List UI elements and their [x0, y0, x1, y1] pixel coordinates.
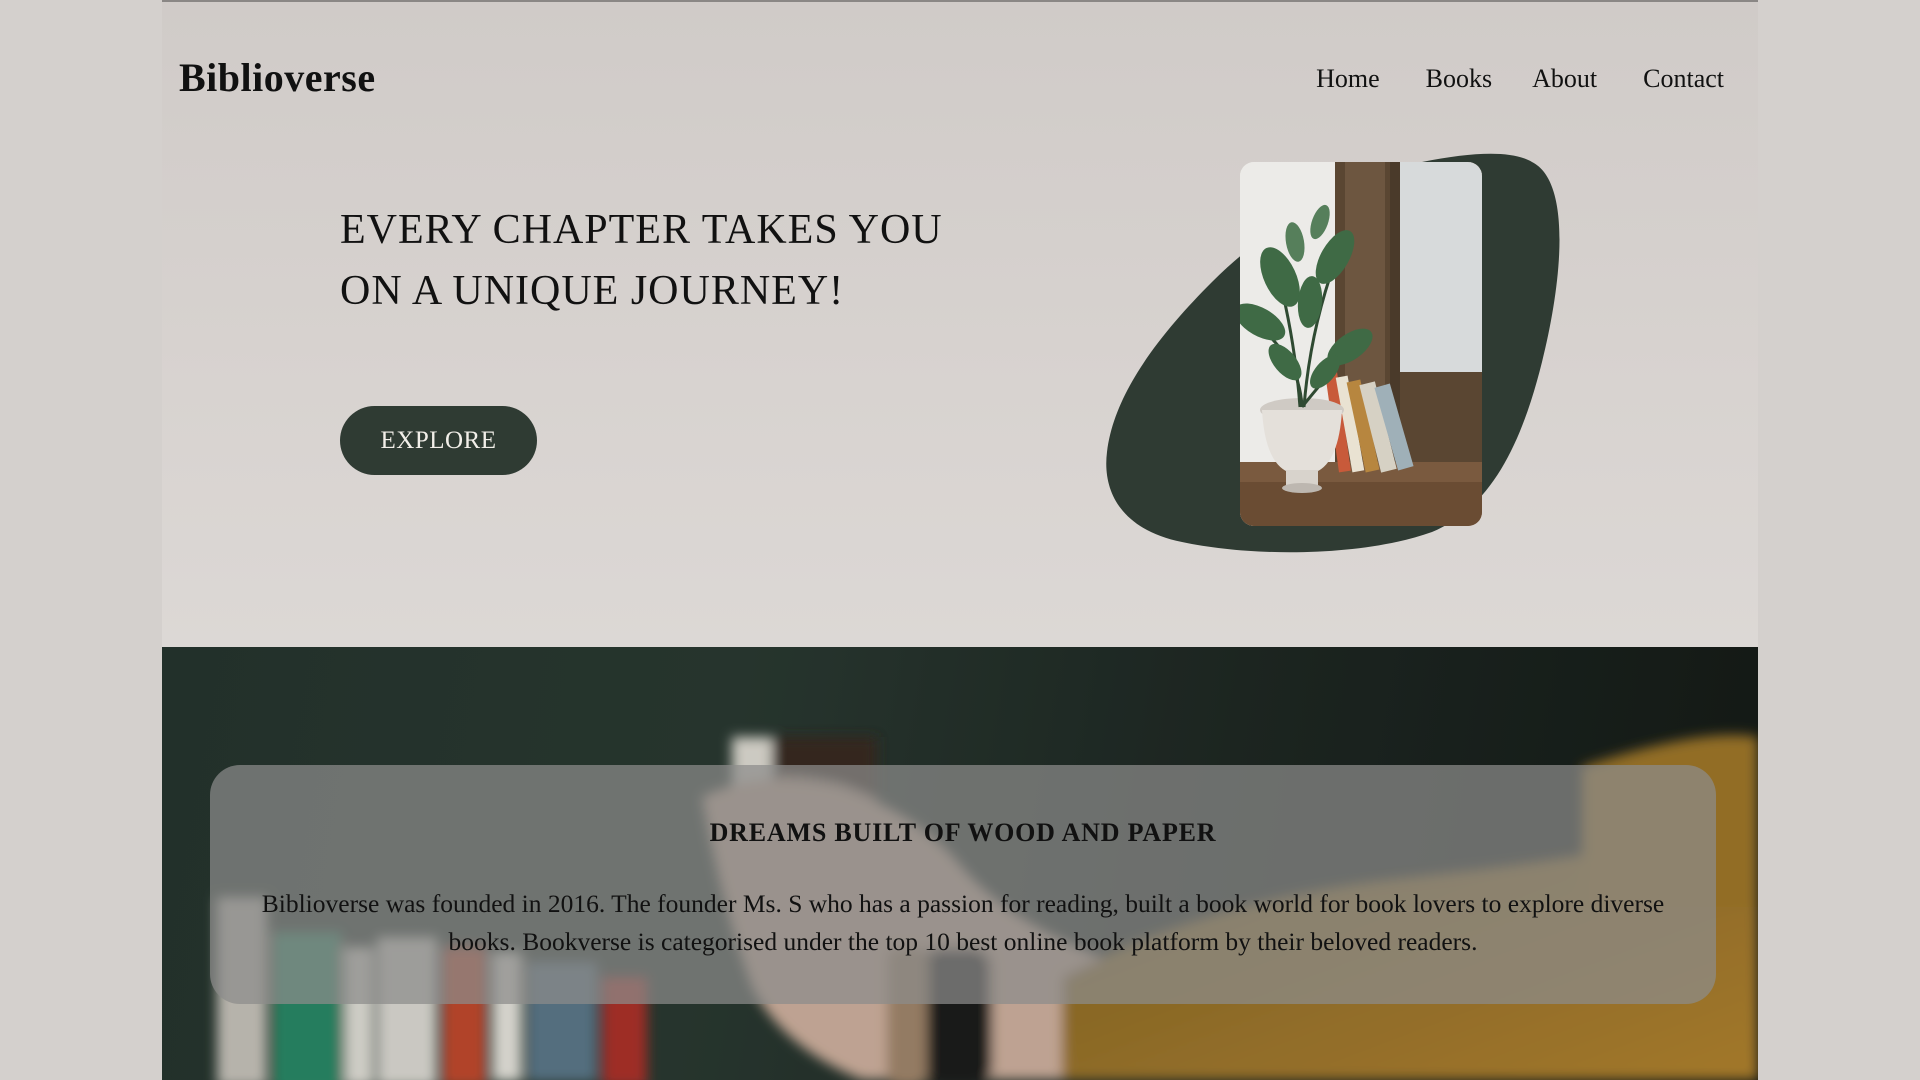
- hero-headline: EVERY CHAPTER TAKES YOU ON A UNIQUE JOUR…: [340, 207, 943, 314]
- about-title: DREAMS BUILT OF WOOD AND PAPER: [709, 818, 1217, 847]
- explore-button[interactable]: EXPLORE: [340, 406, 537, 475]
- about-card: DREAMS BUILT OF WOOD AND PAPER Bibliover…: [210, 765, 1716, 1004]
- about-section: DREAMS BUILT OF WOOD AND PAPER Bibliover…: [162, 647, 1758, 1080]
- main-nav: Home Books About Contact: [1316, 64, 1724, 94]
- brand-logo[interactable]: Biblioverse: [179, 54, 376, 101]
- nav-books[interactable]: Books: [1426, 64, 1492, 94]
- plant-books-photo: [1240, 162, 1482, 526]
- page: Biblioverse Home Books About Contact EVE…: [162, 0, 1758, 1080]
- hero-section: Biblioverse Home Books About Contact EVE…: [162, 2, 1758, 647]
- about-body: Biblioverse was founded in 2016. The fou…: [261, 889, 1665, 956]
- nav-about[interactable]: About: [1532, 64, 1597, 94]
- nav-home[interactable]: Home: [1316, 64, 1380, 94]
- nav-contact[interactable]: Contact: [1643, 64, 1724, 94]
